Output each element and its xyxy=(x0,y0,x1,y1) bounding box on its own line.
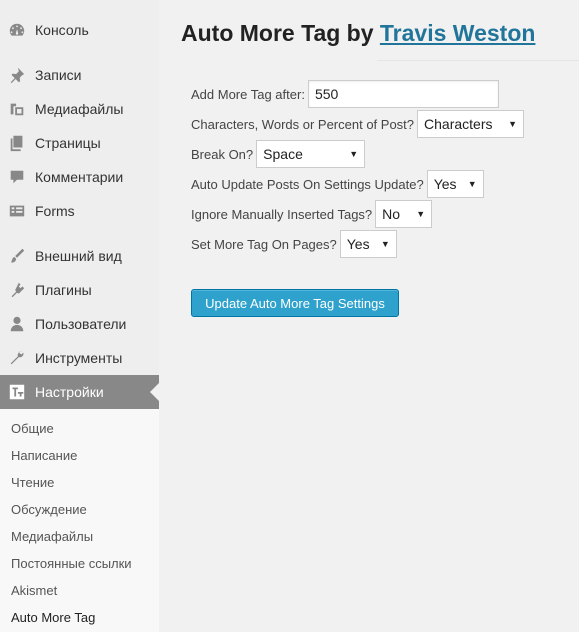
sidebar-item-appearance[interactable]: Внешний вид xyxy=(0,239,159,273)
add-after-label: Add More Tag after: xyxy=(191,86,305,102)
sidebar-item-plugins[interactable]: Плагины xyxy=(0,273,159,307)
settings-submenu: Общие Написание Чтение Обсуждение Медиаф… xyxy=(0,409,159,632)
main-content: Auto More Tag by Travis Weston Add More … xyxy=(159,0,579,632)
submenu-item-general[interactable]: Общие xyxy=(11,421,54,436)
sidebar-item-comments[interactable]: Комментарии xyxy=(0,160,159,194)
title-prefix: Auto More Tag by xyxy=(181,20,380,46)
sidebar-item-pages[interactable]: Страницы xyxy=(0,126,159,160)
sidebar-item-label: Пользователи xyxy=(35,316,127,332)
sidebar-item-label: Внешний вид xyxy=(35,248,122,264)
settings-icon xyxy=(7,382,27,402)
admin-sidebar: Консоль Записи Медиафайлы Страницы Комме… xyxy=(0,0,159,632)
submenu-item-media[interactable]: Медиафайлы xyxy=(11,529,93,544)
break-row: Break On? Space ▼ xyxy=(191,140,366,168)
sidebar-item-label: Медиафайлы xyxy=(35,101,124,117)
dropdown-arrow-icon: ▼ xyxy=(349,149,359,159)
ignore-select-value: No xyxy=(382,206,401,222)
dropdown-arrow-icon: ▼ xyxy=(467,179,477,189)
media-icon xyxy=(7,99,27,119)
submenu-item-writing[interactable]: Написание xyxy=(11,448,77,463)
submenu-item-akismet[interactable]: Akismet xyxy=(11,583,57,598)
submenu-item-reading[interactable]: Чтение xyxy=(11,475,54,490)
ignore-select[interactable]: No ▼ xyxy=(375,200,433,228)
pages-icon xyxy=(7,133,27,153)
pages-select-value: Yes xyxy=(346,236,370,252)
sidebar-item-label: Инструменты xyxy=(35,350,123,366)
dropdown-arrow-icon: ▼ xyxy=(508,119,518,129)
sidebar-item-label: Forms xyxy=(35,203,75,219)
submenu-item-permalinks[interactable]: Постоянные ссылки xyxy=(11,556,132,571)
type-select-value: Characters xyxy=(424,116,493,132)
type-row: Characters, Words or Percent of Post? Ch… xyxy=(191,110,525,138)
submenu-item-discussion[interactable]: Обсуждение xyxy=(11,502,87,517)
pages-label: Set More Tag On Pages? xyxy=(191,236,337,252)
dropdown-arrow-icon: ▼ xyxy=(416,209,426,219)
brush-icon xyxy=(7,246,27,266)
sidebar-item-users[interactable]: Пользователи xyxy=(0,307,159,341)
update-settings-button[interactable]: Update Auto More Tag Settings xyxy=(191,289,399,317)
dropdown-arrow-icon: ▼ xyxy=(380,239,390,249)
user-icon xyxy=(7,314,27,334)
sidebar-item-media[interactable]: Медиафайлы xyxy=(0,92,159,126)
dashboard-icon xyxy=(7,20,27,40)
sidebar-item-label: Записи xyxy=(35,67,82,83)
type-select[interactable]: Characters ▼ xyxy=(417,110,525,138)
auto-update-select-value: Yes xyxy=(433,176,457,192)
sidebar-item-label: Страницы xyxy=(35,135,101,151)
add-after-input[interactable]: 550 xyxy=(307,80,499,108)
pages-select[interactable]: Yes ▼ xyxy=(339,230,397,258)
author-link[interactable]: Travis Weston xyxy=(380,20,536,46)
add-after-row: Add More Tag after: 550 xyxy=(191,80,499,108)
sidebar-item-label: Комментарии xyxy=(35,169,124,185)
auto-update-row: Auto Update Posts On Settings Update? Ye… xyxy=(191,170,484,198)
wrench-icon xyxy=(7,348,27,368)
sidebar-item-label: Настройки xyxy=(35,384,104,400)
sidebar-item-posts[interactable]: Записи xyxy=(0,58,159,92)
submenu-item-auto-more-tag[interactable]: Auto More Tag xyxy=(11,610,95,625)
auto-update-label: Auto Update Posts On Settings Update? xyxy=(191,176,424,192)
forms-icon xyxy=(7,201,27,221)
auto-update-select[interactable]: Yes ▼ xyxy=(426,170,484,198)
sidebar-item-settings[interactable]: Настройки xyxy=(0,375,159,409)
pin-icon xyxy=(7,65,27,85)
ignore-label: Ignore Manually Inserted Tags? xyxy=(191,206,373,222)
plugin-icon xyxy=(7,280,27,300)
comment-icon xyxy=(7,167,27,187)
sidebar-item-label: Плагины xyxy=(35,282,92,298)
sidebar-item-label: Консоль xyxy=(35,22,89,38)
ignore-row: Ignore Manually Inserted Tags? No ▼ xyxy=(191,200,433,228)
title-divider xyxy=(377,60,579,61)
sidebar-item-forms[interactable]: Forms xyxy=(0,194,159,228)
sidebar-item-dashboard[interactable]: Консоль xyxy=(0,13,159,47)
sidebar-item-tools[interactable]: Инструменты xyxy=(0,341,159,375)
break-select-value: Space xyxy=(263,146,303,162)
pages-row: Set More Tag On Pages? Yes ▼ xyxy=(191,230,397,258)
page-title: Auto More Tag by Travis Weston xyxy=(181,20,535,47)
break-label: Break On? xyxy=(191,146,254,162)
type-label: Characters, Words or Percent of Post? xyxy=(191,116,415,132)
break-select[interactable]: Space ▼ xyxy=(256,140,366,168)
